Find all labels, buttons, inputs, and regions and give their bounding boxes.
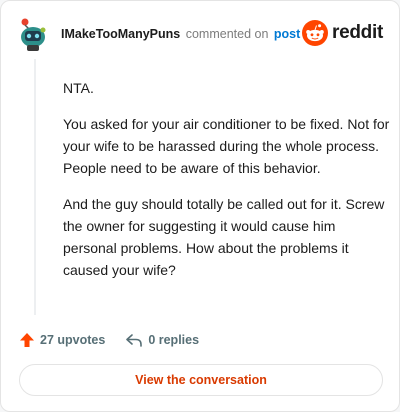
comment-paragraph: You asked for your air conditioner to be… [63, 116, 390, 176]
comment-paragraph: NTA. [63, 80, 94, 96]
reply-count: 0 replies [148, 333, 200, 347]
view-conversation-button[interactable]: View the conversation [19, 364, 383, 396]
post-link[interactable]: post [274, 27, 300, 41]
comment-meta: IMakeTooManyPuns commented on post [61, 27, 300, 41]
reply-icon [126, 334, 143, 347]
reddit-brand[interactable]: reddit [302, 19, 383, 47]
comment-paragraph: And the guy should totally be called out… [63, 196, 385, 278]
comment-embed-card: IMakeTooManyPuns commented on post reddi… [0, 0, 400, 412]
reddit-wordmark: reddit [332, 22, 383, 43]
comment-actions: 27 upvotes 0 replies [19, 330, 199, 350]
upvote-arrow-icon [20, 333, 34, 347]
reddit-logo-icon [302, 20, 329, 46]
commented-on-text: commented on [185, 27, 269, 41]
user-avatar[interactable] [17, 17, 49, 51]
snoo-avatar-icon [21, 18, 46, 51]
thread-line [34, 59, 36, 315]
upvote-button[interactable]: 27 upvotes [19, 332, 105, 348]
comment-header: IMakeTooManyPuns commented on post reddi… [15, 15, 385, 53]
comment-body: NTA. You asked for your air conditioner … [63, 77, 391, 295]
replies-button[interactable]: 0 replies [125, 332, 199, 348]
upvote-count: 27 upvotes [40, 333, 106, 347]
username-link[interactable]: IMakeTooManyPuns [61, 27, 180, 41]
